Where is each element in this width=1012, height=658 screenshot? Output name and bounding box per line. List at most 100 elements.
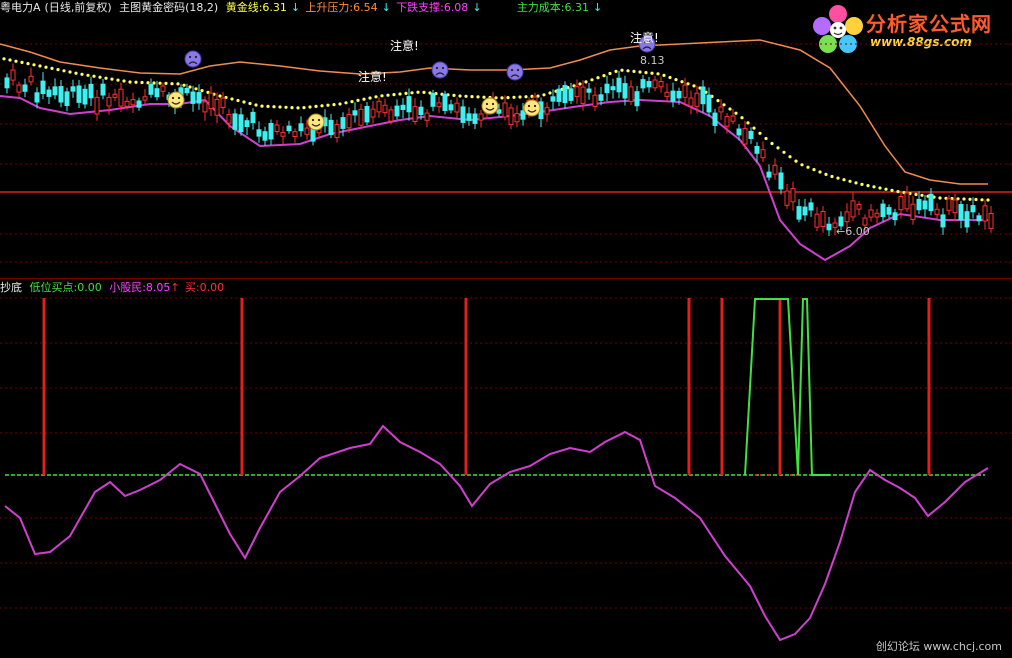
candle-body: [988, 213, 994, 229]
gold-dot: [968, 197, 972, 201]
candle-body: [100, 83, 106, 96]
candle-body: [964, 211, 970, 228]
gold-dot: [344, 101, 348, 105]
gold-dot: [512, 95, 516, 99]
gold-dot: [632, 69, 636, 73]
gold-dot: [32, 63, 36, 67]
candle-body: [688, 97, 694, 107]
candle-body: [106, 96, 112, 107]
gold-dot: [308, 105, 312, 109]
candle-body: [850, 200, 856, 218]
gold-dot: [398, 92, 402, 96]
gold-dot: [920, 193, 924, 197]
period-label: (日线,前复权): [44, 1, 112, 14]
gold-dot: [878, 186, 882, 190]
gold-dot: [824, 172, 828, 176]
candle-body: [52, 86, 58, 96]
candle-body: [898, 196, 904, 211]
gold-dot: [626, 69, 630, 73]
candle-body: [784, 190, 790, 206]
candle-body: [328, 119, 334, 136]
candle-body: [682, 84, 688, 98]
gold-dot: [62, 69, 66, 73]
candle-body: [712, 112, 718, 126]
legend-gold-line: 黄金线:6.31: [225, 1, 287, 14]
gold-dot: [176, 82, 180, 86]
candle-body: [244, 120, 250, 127]
price-legend: 粤电力A (日线,前复权) 主图黄金密码(18,2) 黄金线:6.31 ↓ 上升压力…: [0, 0, 604, 16]
candle-body: [952, 199, 958, 214]
gold-dot: [674, 78, 678, 82]
candle-body: [628, 86, 634, 103]
indicator-name: 主图黄金密码(18,2): [119, 1, 219, 14]
candle-body: [616, 77, 622, 93]
gold-dot: [578, 82, 582, 86]
gold-dot: [170, 82, 174, 86]
low-price-label: ←6.00: [836, 225, 870, 238]
arrow-down-icon: ↓: [472, 1, 482, 14]
candle-body: [664, 91, 670, 97]
gold-dot: [806, 165, 810, 169]
legend-main-cost: 主力成本:6.31: [516, 1, 590, 14]
gold-dot: [764, 136, 768, 141]
forum-watermark: 创幻论坛 www.chcj.com: [875, 640, 1002, 653]
candle-body: [364, 106, 370, 123]
gold-dot: [104, 76, 108, 80]
legend-support: 下跌支撑:6.08: [396, 1, 469, 14]
candle-body: [304, 127, 310, 135]
gold-dot: [356, 98, 360, 102]
gold-dot: [470, 95, 474, 99]
candle-body: [886, 207, 892, 215]
gold-dot: [254, 103, 258, 107]
candle-body: [844, 211, 850, 223]
candle-body: [202, 101, 208, 113]
candle-body: [70, 86, 76, 92]
candle-body: [874, 212, 880, 218]
gold-dot: [752, 126, 756, 130]
gold-dot: [350, 100, 354, 104]
gold-dot: [914, 192, 918, 196]
gold-dot: [200, 89, 204, 93]
candle-body: [496, 109, 502, 114]
indicator-chart[interactable]: [0, 296, 1012, 656]
candle-body: [448, 104, 454, 111]
candle-body: [958, 204, 964, 221]
price-chart[interactable]: 注意! 注意! 注意! 8.13 ←6.00: [0, 16, 1012, 278]
gold-dot: [812, 168, 816, 172]
candle-body: [514, 112, 520, 123]
gold-dot: [548, 91, 552, 95]
candle-body: [760, 149, 766, 159]
candle-body: [544, 107, 550, 115]
candle-body: [562, 85, 568, 104]
candle-body: [724, 116, 730, 127]
candle-body: [880, 203, 886, 218]
gold-dot: [830, 174, 834, 179]
legend-resistance: 上升压力:6.54: [305, 1, 378, 14]
attention-label: 注意!: [390, 38, 419, 53]
gold-dot: [770, 141, 774, 146]
gold-dot: [236, 98, 240, 103]
candle-body: [10, 69, 16, 81]
candle-body: [28, 75, 34, 83]
gold-dot: [2, 57, 6, 61]
arrow-up-icon: ↑: [170, 281, 180, 294]
candle-body: [454, 102, 460, 113]
gold-dot: [758, 131, 762, 135]
gold-dot: [284, 105, 288, 109]
candle-body: [604, 83, 610, 94]
candle-body: [442, 93, 448, 112]
candle-body: [118, 88, 124, 107]
candle-body: [970, 205, 976, 213]
candle-body: [796, 206, 802, 220]
gold-dot: [20, 60, 24, 64]
gold-dot: [848, 179, 852, 183]
gold-dot: [854, 181, 858, 185]
gold-dot: [746, 121, 750, 125]
candle-body: [424, 112, 430, 121]
candle-body: [154, 88, 160, 98]
candle-body: [46, 89, 52, 97]
candle-body: [598, 94, 604, 101]
gold-dot: [542, 93, 546, 97]
candle-body: [4, 77, 10, 89]
candle-body: [148, 83, 154, 95]
